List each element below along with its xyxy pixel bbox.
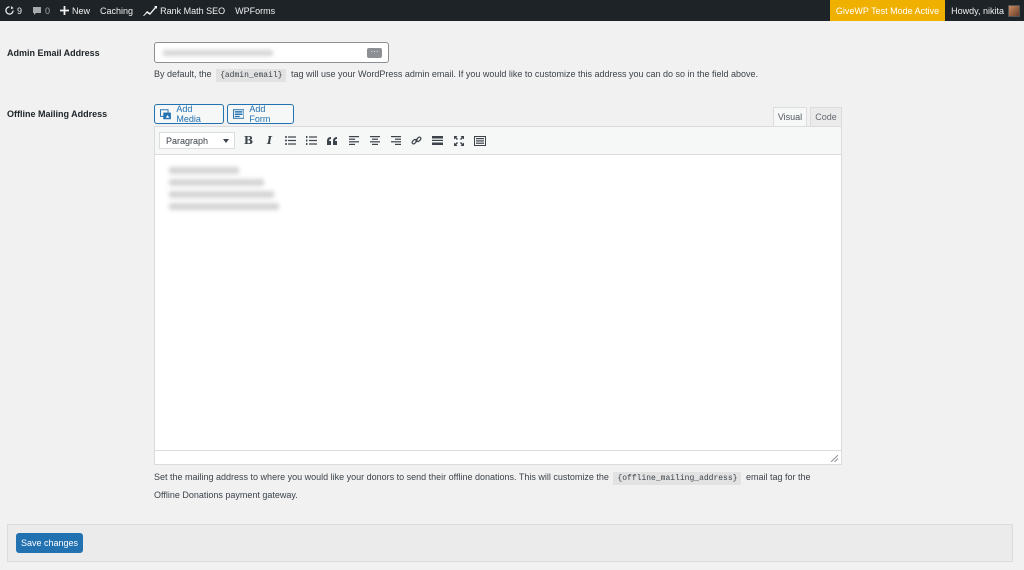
- wpforms-label: WPForms: [235, 5, 276, 16]
- align-center-button[interactable]: [364, 131, 385, 151]
- bold-icon: B: [243, 134, 254, 147]
- caching-menu[interactable]: Caching: [95, 0, 138, 21]
- howdy-label: Howdy, nikita: [951, 5, 1004, 16]
- chevron-down-icon: [223, 138, 229, 143]
- account-menu[interactable]: Howdy, nikita: [945, 0, 1024, 21]
- password-manager-icon[interactable]: ···: [367, 48, 382, 58]
- add-form-label: Add Form: [249, 104, 271, 124]
- blurred-email-value: [163, 50, 273, 56]
- caching-label: Caching: [100, 5, 134, 16]
- numbered-list-icon: [306, 136, 317, 145]
- save-changes-button[interactable]: Save changes: [16, 533, 83, 553]
- give-test-mode-label: GiveWP Test Mode Active: [835, 5, 940, 16]
- align-center-icon: [369, 136, 380, 145]
- admin-email-tag: {admin_email}: [216, 69, 287, 82]
- offline-address-description: Set the mailing address to where you wou…: [154, 469, 844, 503]
- give-test-mode-notice[interactable]: GiveWP Test Mode Active: [829, 0, 946, 21]
- wpforms-menu[interactable]: WPForms: [230, 0, 280, 21]
- admin-email-description: By default, the {admin_email} tag will u…: [154, 66, 758, 84]
- toolbar-toggle-button[interactable]: [469, 131, 490, 151]
- media-icon: [160, 108, 171, 119]
- align-left-button[interactable]: [343, 131, 364, 151]
- numbered-list-button[interactable]: [301, 131, 322, 151]
- submit-area: Save changes: [7, 524, 1013, 562]
- add-form-button[interactable]: Add Form: [227, 104, 294, 124]
- offline-desc-after: email tag for the: [745, 472, 811, 482]
- fullscreen-button[interactable]: [448, 131, 469, 151]
- blockquote-button[interactable]: [322, 131, 343, 151]
- offline-address-label: Offline Mailing Address: [7, 109, 108, 119]
- link-icon: [411, 136, 422, 145]
- offline-mailing-address-tag: {offline_mailing_address}: [613, 472, 742, 485]
- comments-count: 0: [45, 5, 51, 16]
- offline-desc-line2: Offline Donations payment gateway.: [154, 490, 298, 500]
- italic-button[interactable]: I: [259, 131, 280, 151]
- blurred-address-line: [169, 167, 239, 174]
- updates-menu[interactable]: 9: [0, 0, 27, 21]
- insert-link-button[interactable]: [406, 131, 427, 151]
- add-media-button[interactable]: Add Media: [154, 104, 224, 124]
- offline-desc-before: Set the mailing address to where you wou…: [154, 472, 609, 482]
- rankmath-icon: [143, 5, 158, 16]
- add-media-label: Add Media: [176, 104, 201, 124]
- rich-text-editor: Paragraph B I: [154, 126, 842, 465]
- updates-icon: [5, 6, 14, 15]
- align-right-icon: [390, 136, 401, 145]
- bold-button[interactable]: B: [238, 131, 259, 151]
- rankmath-menu[interactable]: Rank Math SEO: [138, 0, 230, 21]
- admin-email-label: Admin Email Address: [7, 48, 100, 58]
- plus-icon: [60, 6, 70, 15]
- form-icon: [233, 109, 245, 119]
- align-right-button[interactable]: [385, 131, 406, 151]
- admin-email-input[interactable]: ···: [154, 42, 389, 63]
- admin-email-desc-before: By default, the: [154, 69, 212, 79]
- tab-visual[interactable]: Visual: [773, 107, 807, 127]
- avatar: [1008, 4, 1020, 17]
- format-select[interactable]: Paragraph: [159, 132, 235, 149]
- format-select-value: Paragraph: [166, 135, 209, 146]
- tab-code[interactable]: Code: [810, 107, 842, 127]
- read-more-icon: [432, 136, 443, 145]
- editor-toolbar: Paragraph B I: [155, 127, 841, 155]
- comments-menu[interactable]: 0: [27, 0, 55, 21]
- bullet-list-button[interactable]: [280, 131, 301, 151]
- new-label: New: [72, 5, 91, 16]
- admin-email-desc-after: tag will use your WordPress admin email.…: [291, 69, 759, 79]
- updates-count: 9: [17, 5, 23, 16]
- keyboard-icon: [473, 135, 486, 146]
- quote-icon: [327, 136, 337, 145]
- blurred-address-line: [169, 191, 274, 198]
- blurred-address-line: [169, 203, 279, 210]
- fullscreen-icon: [453, 135, 464, 146]
- bullet-list-icon: [285, 136, 296, 145]
- read-more-button[interactable]: [427, 131, 448, 151]
- admin-bar: 9 0 New Caching Rank Math SEO WPForms Gi…: [0, 0, 1024, 21]
- blurred-address-line: [169, 179, 264, 186]
- resize-handle-icon[interactable]: [831, 455, 838, 462]
- italic-icon: I: [266, 134, 273, 147]
- editor-statusbar: [155, 450, 841, 464]
- editor-content-area[interactable]: [155, 155, 841, 452]
- comment-icon: [33, 6, 42, 15]
- rankmath-label: Rank Math SEO: [160, 5, 226, 16]
- new-content-menu[interactable]: New: [55, 0, 95, 21]
- align-left-icon: [348, 136, 359, 145]
